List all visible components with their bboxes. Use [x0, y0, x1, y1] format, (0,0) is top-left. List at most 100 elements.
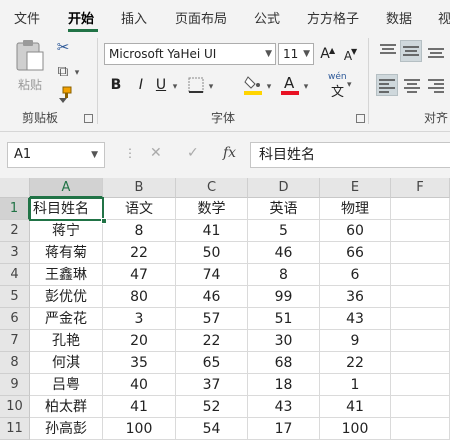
cut-icon[interactable]: ✂: [54, 38, 72, 56]
decrease-font-icon[interactable]: A ▼: [342, 47, 357, 65]
fill-color-dropdown-icon[interactable]: ▾: [264, 78, 274, 96]
table-cell[interactable]: 99: [248, 286, 320, 308]
header-cell[interactable]: 语文: [103, 198, 176, 220]
tab-data[interactable]: 数据: [386, 8, 412, 27]
row-header-5[interactable]: 5: [0, 286, 30, 308]
underline-dropdown-icon[interactable]: ▾: [170, 78, 180, 96]
phonetic-dropdown-icon[interactable]: ▾: [347, 80, 352, 90]
font-color-icon[interactable]: A: [280, 74, 300, 96]
table-cell[interactable]: 46: [176, 286, 248, 308]
increase-font-icon[interactable]: A ▲: [318, 45, 335, 63]
empty-cell[interactable]: [391, 220, 450, 242]
table-cell[interactable]: 47: [103, 264, 176, 286]
font-color-dropdown-icon[interactable]: ▾: [301, 78, 311, 96]
fill-color-icon[interactable]: [243, 74, 263, 96]
empty-cell[interactable]: [391, 418, 450, 440]
table-cell[interactable]: 51: [248, 308, 320, 330]
row-header-11[interactable]: 11: [0, 418, 30, 440]
table-cell[interactable]: 18: [248, 374, 320, 396]
clipboard-launcher-icon[interactable]: [84, 114, 93, 123]
table-cell[interactable]: 43: [320, 308, 391, 330]
table-cell[interactable]: 何淇: [30, 352, 103, 374]
fill-handle[interactable]: [101, 218, 107, 224]
table-cell[interactable]: 孔艳: [30, 330, 103, 352]
font-launcher-icon[interactable]: [356, 114, 365, 123]
empty-cell[interactable]: [391, 242, 450, 264]
table-cell[interactable]: 8: [103, 220, 176, 242]
table-cell[interactable]: 22: [103, 242, 176, 264]
table-cell[interactable]: 37: [176, 374, 248, 396]
row-header-9[interactable]: 9: [0, 374, 30, 396]
table-cell[interactable]: 100: [103, 418, 176, 440]
table-cell[interactable]: 74: [176, 264, 248, 286]
table-cell[interactable]: 1: [320, 374, 391, 396]
phonetic-icon[interactable]: wén 文 ▾: [325, 72, 355, 100]
insert-function-icon[interactable]: fx: [223, 145, 236, 161]
empty-cell[interactable]: [391, 396, 450, 418]
table-cell[interactable]: 蒋宁: [30, 220, 103, 242]
table-cell[interactable]: 9: [320, 330, 391, 352]
table-cell[interactable]: 68: [248, 352, 320, 374]
row-header-6[interactable]: 6: [0, 308, 30, 330]
table-cell[interactable]: 43: [248, 396, 320, 418]
table-cell[interactable]: 5: [248, 220, 320, 242]
row-header-2[interactable]: 2: [0, 220, 30, 242]
select-all-corner[interactable]: [0, 178, 30, 198]
table-cell[interactable]: 46: [248, 242, 320, 264]
col-header-a[interactable]: A: [30, 178, 103, 198]
table-cell[interactable]: 41: [320, 396, 391, 418]
font-size-select[interactable]: 11 ▼: [278, 43, 314, 65]
table-cell[interactable]: 57: [176, 308, 248, 330]
table-cell[interactable]: 柏太群: [30, 396, 103, 418]
empty-cell[interactable]: [391, 308, 450, 330]
align-top-icon[interactable]: [378, 42, 398, 60]
table-cell[interactable]: 17: [248, 418, 320, 440]
underline-button[interactable]: U: [154, 76, 168, 94]
col-header-c[interactable]: C: [176, 178, 248, 198]
row-header-1[interactable]: 1: [0, 198, 30, 220]
table-cell[interactable]: 22: [320, 352, 391, 374]
paste-button[interactable]: 粘贴: [12, 38, 48, 96]
italic-button[interactable]: I: [134, 76, 148, 94]
align-center-icon[interactable]: [402, 76, 422, 94]
table-cell[interactable]: 蒋有菊: [30, 242, 103, 264]
table-cell[interactable]: 严金花: [30, 308, 103, 330]
table-cell[interactable]: 22: [176, 330, 248, 352]
col-header-f[interactable]: F: [391, 178, 450, 198]
row-header-3[interactable]: 3: [0, 242, 30, 264]
header-cell[interactable]: 数学: [176, 198, 248, 220]
table-cell[interactable]: 100: [320, 418, 391, 440]
empty-cell[interactable]: [391, 198, 450, 220]
row-header-10[interactable]: 10: [0, 396, 30, 418]
col-header-d[interactable]: D: [248, 178, 320, 198]
format-painter-icon[interactable]: [55, 86, 73, 104]
tab-view[interactable]: 视: [438, 8, 450, 27]
empty-cell[interactable]: [391, 286, 450, 308]
copy-icon[interactable]: ⧉: [54, 62, 72, 80]
table-cell[interactable]: 41: [103, 396, 176, 418]
table-cell[interactable]: 80: [103, 286, 176, 308]
table-cell[interactable]: 50: [176, 242, 248, 264]
enter-icon[interactable]: ✓: [187, 145, 199, 161]
table-cell[interactable]: 65: [176, 352, 248, 374]
table-cell[interactable]: 60: [320, 220, 391, 242]
table-cell[interactable]: 20: [103, 330, 176, 352]
table-cell[interactable]: 30: [248, 330, 320, 352]
table-cell[interactable]: 40: [103, 374, 176, 396]
copy-dropdown-icon[interactable]: ▾: [72, 64, 82, 82]
empty-cell[interactable]: [391, 374, 450, 396]
align-right-icon[interactable]: [426, 76, 446, 94]
col-header-e[interactable]: E: [320, 178, 391, 198]
font-name-select[interactable]: Microsoft YaHei UI ▼: [104, 43, 276, 65]
tab-page-layout[interactable]: 页面布局: [175, 8, 227, 27]
table-cell[interactable]: 54: [176, 418, 248, 440]
header-cell[interactable]: 物理: [320, 198, 391, 220]
row-header-4[interactable]: 4: [0, 264, 30, 286]
row-header-7[interactable]: 7: [0, 330, 30, 352]
table-cell[interactable]: 35: [103, 352, 176, 374]
table-cell[interactable]: 66: [320, 242, 391, 264]
name-box[interactable]: A1 ▼: [7, 142, 105, 168]
empty-cell[interactable]: [391, 264, 450, 286]
align-middle-button[interactable]: [400, 40, 422, 62]
formula-input[interactable]: 科目姓名: [250, 142, 450, 168]
